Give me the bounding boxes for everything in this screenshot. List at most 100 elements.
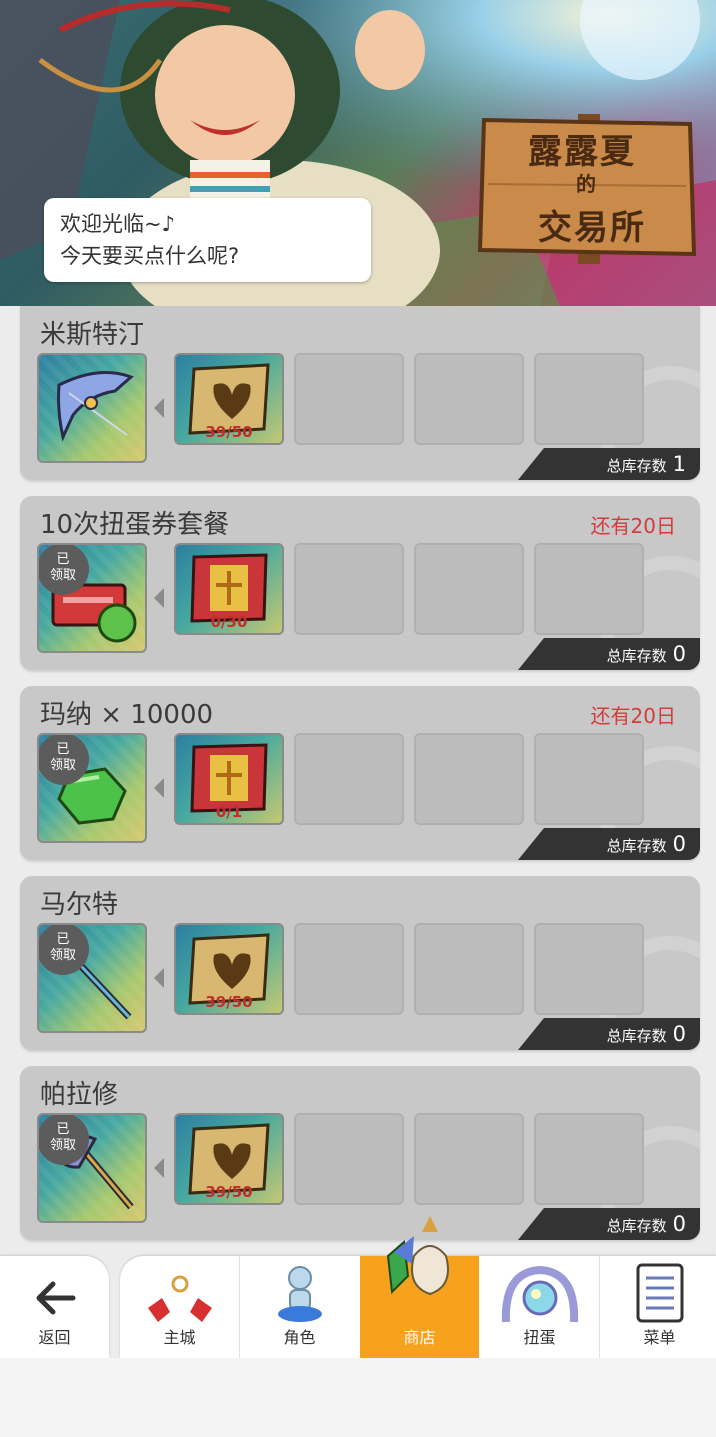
- nav-tab-shop[interactable]: 商店: [360, 1216, 479, 1358]
- stock-badge: 总库存数 0: [518, 638, 700, 670]
- bottom-safe-area: [0, 1358, 716, 1437]
- stock-badge: 总库存数 0: [518, 1018, 700, 1050]
- claimed-badge-line2: 领取: [49, 1138, 76, 1153]
- nav-tab-gacha[interactable]: 扭蛋: [480, 1256, 599, 1358]
- arrow-back-icon: [36, 1281, 76, 1315]
- claimed-badge-line1: 已: [56, 742, 70, 757]
- stock-label: 总库存数: [606, 1027, 667, 1045]
- cost-count: 0/1: [215, 803, 243, 821]
- shop-item-list: 米斯特汀 39/50 总库存数 1 10次扭蛋券套餐 还有20日 已 领取 0/…: [20, 306, 700, 1256]
- item-title: 帕拉修: [40, 1080, 119, 1110]
- stock-count: 0: [672, 832, 686, 856]
- sign-title-line3: 交易所: [538, 208, 646, 248]
- nav-tab-label: 商店: [403, 1328, 436, 1347]
- sign-title-line1: 露露夏: [528, 132, 636, 172]
- nav-tab-character[interactable]: 角色: [240, 1256, 359, 1358]
- shop-icon: [386, 1216, 449, 1296]
- claimed-badge: 已 领取: [39, 925, 89, 975]
- item-title: 玛纳 × 10000: [40, 700, 214, 730]
- reward-slot[interactable]: 已 领取: [37, 733, 147, 843]
- empty-slot: [414, 543, 524, 635]
- cost-slot[interactable]: 0/30: [174, 543, 284, 635]
- greeting-line-2: 今天要买点什么呢?: [60, 244, 240, 268]
- stock-badge: 总库存数 1: [518, 448, 700, 480]
- speech-bubble: 欢迎光临~♪ 今天要买点什么呢?: [44, 198, 371, 282]
- empty-slot: [414, 353, 524, 445]
- stock-label: 总库存数: [606, 457, 667, 475]
- stock-label: 总库存数: [606, 1217, 667, 1235]
- reward-slot[interactable]: 已 领取: [37, 923, 147, 1033]
- empty-slot: [294, 733, 404, 825]
- nav-tab-label: 菜单: [643, 1328, 676, 1347]
- claimed-badge: 已 领取: [39, 545, 89, 595]
- cost-slot[interactable]: 0/1: [174, 733, 284, 825]
- claimed-badge-line2: 领取: [49, 758, 76, 773]
- arrow-left-icon: [154, 778, 164, 798]
- cost-slot[interactable]: 39/50: [174, 923, 284, 1015]
- empty-slot: [414, 733, 524, 825]
- claimed-badge-line1: 已: [56, 932, 70, 947]
- bottom-navigation: 返回 主城 角色 商店 扭蛋 菜单: [0, 1216, 716, 1358]
- item-title: 米斯特汀: [40, 320, 145, 350]
- nav-back-button[interactable]: 返回: [0, 1256, 109, 1358]
- empty-slot: [414, 923, 524, 1015]
- empty-slot: [534, 353, 644, 445]
- empty-slot: [534, 923, 644, 1015]
- stock-count: 0: [672, 1022, 686, 1046]
- item-timer: 还有20日: [590, 514, 676, 538]
- character-icon: [278, 1266, 322, 1322]
- nav-tab-label: 主城: [163, 1328, 196, 1347]
- shop-item-card[interactable]: 帕拉修 已 领取 39/50 总库存数 0: [20, 1066, 700, 1240]
- nav-tab-label: 扭蛋: [523, 1328, 556, 1347]
- stock-label: 总库存数: [606, 647, 667, 665]
- claimed-badge: 已 领取: [39, 1115, 89, 1165]
- nav-tab-bar: 主城 角色 商店 扭蛋 菜单: [120, 1216, 716, 1358]
- claimed-badge-line1: 已: [56, 1122, 70, 1137]
- empty-slot: [294, 353, 404, 445]
- menu-icon: [636, 1263, 684, 1323]
- cost-slot[interactable]: 39/50: [174, 353, 284, 445]
- shop-item-card[interactable]: 10次扭蛋券套餐 还有20日 已 领取 0/30 总库存数 0: [20, 496, 700, 670]
- cost-count: 39/50: [205, 423, 253, 441]
- shop-item-card[interactable]: 米斯特汀 39/50 总库存数 1: [20, 306, 700, 480]
- claimed-badge-line2: 领取: [49, 948, 76, 963]
- arrow-left-icon: [154, 1158, 164, 1178]
- stock-count: 1: [672, 452, 686, 476]
- empty-slot: [534, 1113, 644, 1205]
- arrow-left-icon: [154, 398, 164, 418]
- stock-badge: 总库存数 0: [518, 1208, 700, 1240]
- empty-slot: [534, 733, 644, 825]
- empty-slot: [414, 1113, 524, 1205]
- item-title: 10次扭蛋券套餐: [40, 510, 230, 540]
- gacha-icon: [501, 1265, 579, 1323]
- arrow-left-icon: [154, 588, 164, 608]
- cost-slot[interactable]: 39/50: [174, 1113, 284, 1205]
- reward-slot[interactable]: [37, 353, 147, 463]
- cost-count: 39/50: [205, 993, 253, 1011]
- nav-tab-town[interactable]: 主城: [120, 1256, 239, 1358]
- reward-slot[interactable]: 已 领取: [37, 1113, 147, 1223]
- cost-count: 39/50: [205, 1183, 253, 1201]
- shop-item-card[interactable]: 马尔特 已 领取 39/50 总库存数 0: [20, 876, 700, 1050]
- nav-back-label: 返回: [38, 1328, 71, 1347]
- item-timer: 还有20日: [590, 704, 676, 728]
- cost-count: 0/30: [210, 613, 248, 631]
- item-title: 马尔特: [40, 890, 119, 920]
- reward-slot[interactable]: 已 领取: [37, 543, 147, 653]
- shop-signboard: 露露夏 的 交易所: [478, 114, 698, 264]
- town-icon: [148, 1275, 212, 1322]
- empty-slot: [294, 923, 404, 1015]
- stock-label: 总库存数: [606, 837, 667, 855]
- arrow-left-icon: [154, 968, 164, 988]
- empty-slot: [534, 543, 644, 635]
- nav-tab-menu[interactable]: 菜单: [600, 1256, 716, 1358]
- shop-banner: 露露夏 的 交易所 欢迎光临~♪ 今天要买点什么呢?: [0, 0, 716, 306]
- claimed-badge: 已 领取: [39, 735, 89, 785]
- shop-item-card[interactable]: 玛纳 × 10000 还有20日 已 领取 0/1 总库存数 0: [20, 686, 700, 860]
- bow-icon: [57, 371, 134, 442]
- claimed-badge-line2: 领取: [49, 568, 76, 583]
- greeting-line-1: 欢迎光临~♪: [60, 212, 175, 236]
- stock-count: 0: [672, 1212, 686, 1236]
- empty-slot: [294, 1113, 404, 1205]
- nav-tab-label: 角色: [283, 1328, 316, 1347]
